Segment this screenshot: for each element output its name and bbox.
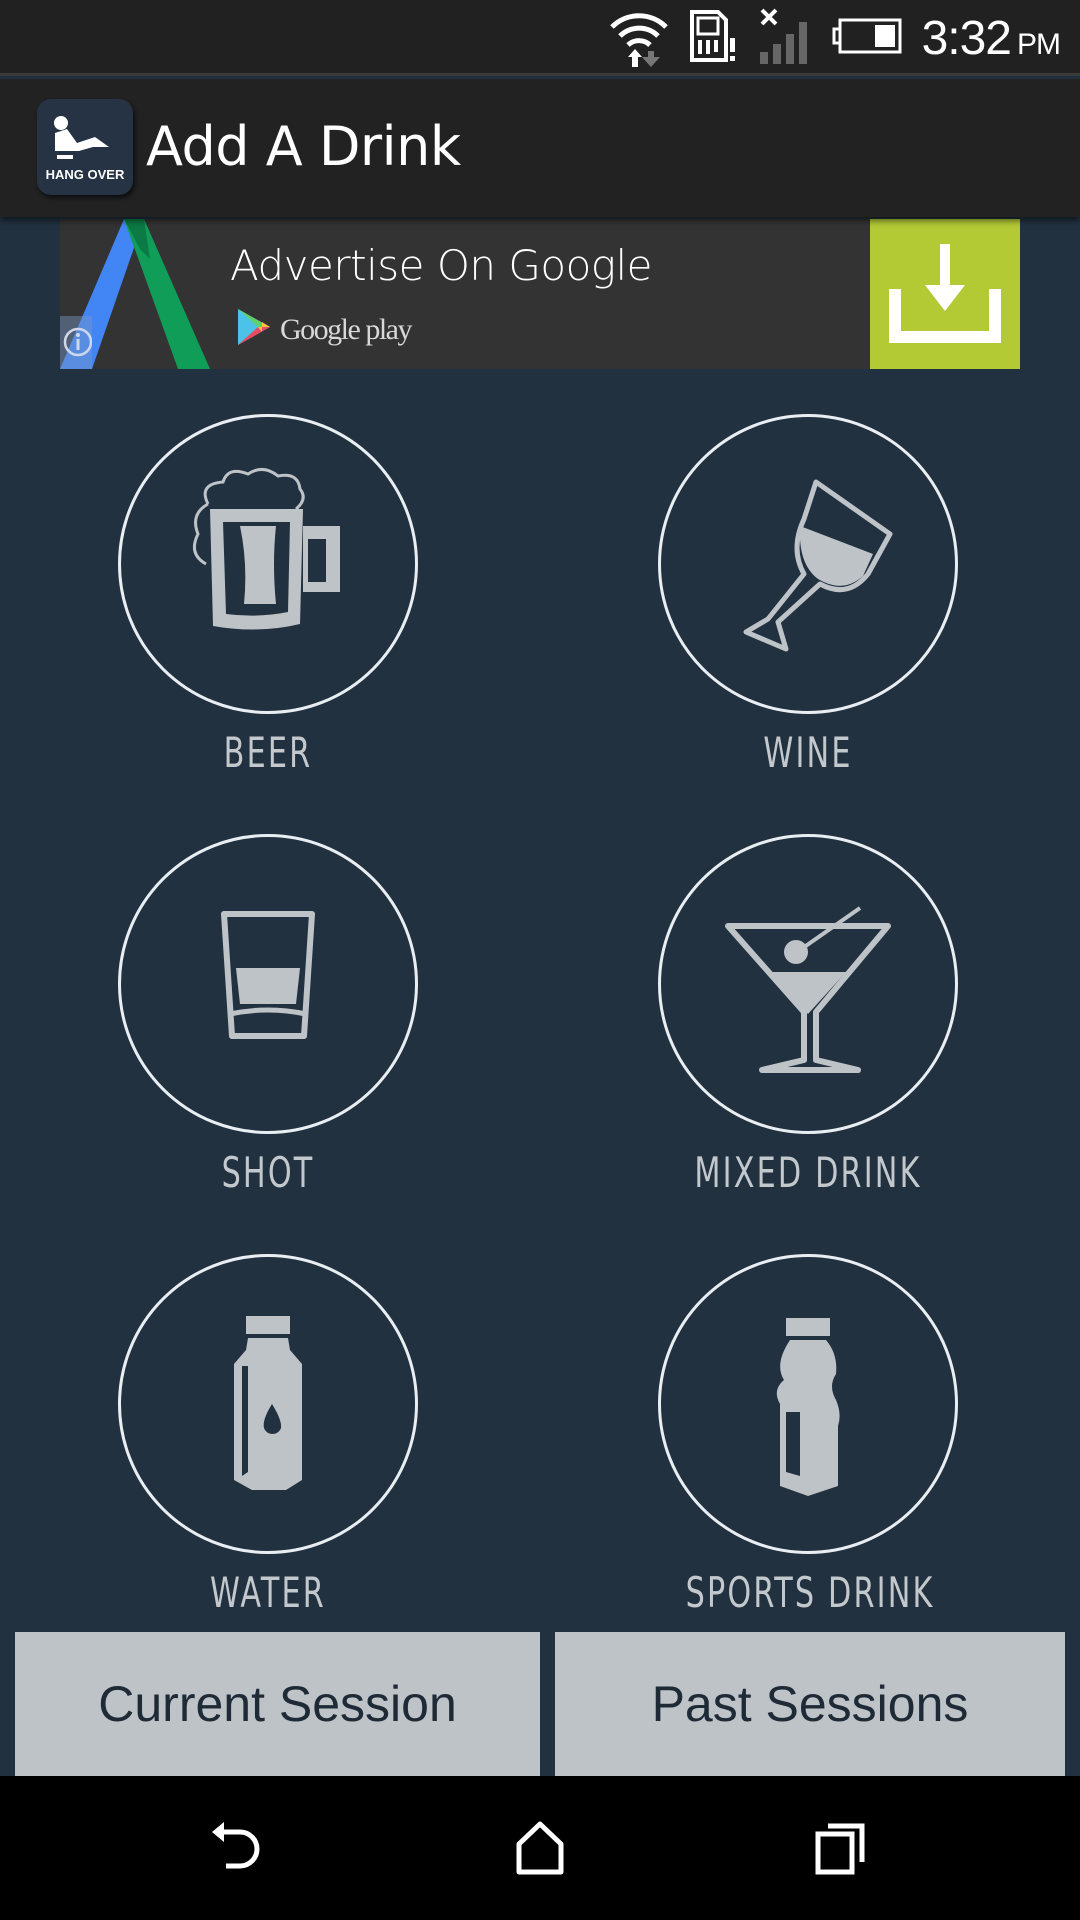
google-play-label: Google play: [280, 312, 412, 346]
drink-label: WINE: [763, 728, 853, 777]
hangover-app-icon[interactable]: HANG OVER: [37, 99, 133, 195]
home-icon: [516, 1821, 564, 1875]
current-session-button[interactable]: Current Session: [15, 1632, 540, 1776]
drink-circle[interactable]: [658, 1254, 958, 1554]
water-bottle-icon: [234, 1316, 302, 1490]
battery-icon: [832, 16, 904, 61]
wine-glass-icon: [743, 479, 893, 652]
drink-circle[interactable]: [658, 834, 958, 1134]
clock: 3:32 PM: [921, 11, 1061, 66]
download-icon: [889, 244, 1001, 343]
page-title: Add A Drink: [146, 115, 461, 178]
back-button[interactable]: [200, 1816, 280, 1880]
status-bar: 3:32 PM: [0, 0, 1080, 76]
drink-option-wine[interactable]: WINE: [638, 414, 978, 777]
app-bar: HANG OVER Add A Drink: [0, 79, 1080, 217]
recent-apps-icon: [815, 1823, 865, 1875]
download-button[interactable]: [870, 219, 1020, 369]
back-icon: [212, 1822, 260, 1869]
beer-mug-icon: [192, 468, 340, 630]
drink-circle[interactable]: [658, 414, 958, 714]
drink-label: SHOT: [221, 1148, 315, 1197]
drink-label: WATER: [210, 1568, 326, 1617]
info-icon[interactable]: [60, 316, 93, 369]
svg-text:HANG OVER: HANG OVER: [46, 167, 125, 182]
drink-option-sports-drink[interactable]: SPORTS DRINK: [638, 1254, 978, 1617]
sports-bottle-icon: [776, 1318, 840, 1496]
wifi-data-icon: [608, 5, 670, 72]
drink-option-shot[interactable]: SHOT: [98, 834, 438, 1197]
clock-ampm: PM: [1017, 27, 1061, 61]
home-button[interactable]: [500, 1816, 580, 1880]
drink-label: MIXED DRINK: [694, 1148, 922, 1197]
clock-time: 3:32: [921, 11, 1012, 65]
drink-label: SPORTS DRINK: [685, 1568, 935, 1617]
shot-glass-icon: [221, 911, 315, 1039]
drink-circle[interactable]: [118, 1254, 418, 1554]
status-icons: 3:32 PM: [608, 0, 1061, 76]
google-play-icon: [236, 307, 272, 352]
sim-alert-icon: [688, 8, 738, 69]
past-sessions-button[interactable]: Past Sessions: [555, 1632, 1065, 1776]
system-nav-bar: [0, 1776, 1080, 1920]
drink-option-beer[interactable]: BEER: [98, 414, 438, 777]
drink-circle[interactable]: [118, 834, 418, 1134]
drink-label: BEER: [223, 728, 313, 777]
drink-circle[interactable]: [118, 414, 418, 714]
recent-apps-button[interactable]: [800, 1816, 880, 1880]
google-play-badge: Google play: [236, 307, 412, 352]
drink-option-water[interactable]: WATER: [98, 1254, 438, 1617]
martini-icon: [725, 906, 891, 1073]
drink-option-mixed-drink[interactable]: MIXED DRINK: [638, 834, 978, 1197]
signal-no-service-icon: [756, 6, 814, 71]
ad-title: Advertise On Google: [230, 241, 653, 290]
ad-banner[interactable]: Advertise On Google Google play: [60, 219, 1020, 369]
